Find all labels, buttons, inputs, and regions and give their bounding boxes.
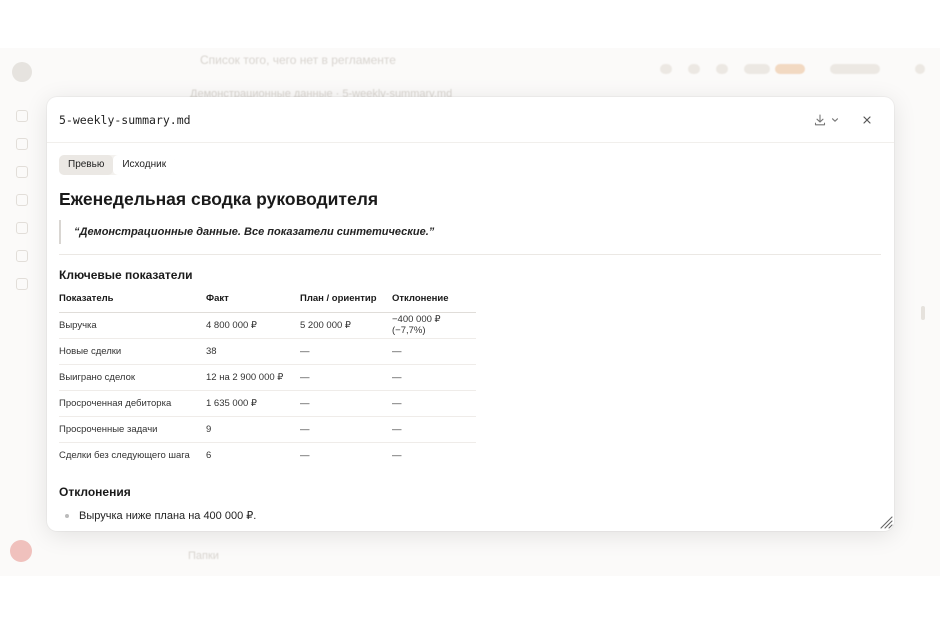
column-header: План / ориентир [300, 286, 392, 313]
rail-icon [16, 110, 28, 122]
table-cell: −400 000 ₽ (−7,7%) [392, 312, 476, 339]
toolbar-placeholder [830, 64, 880, 74]
table-cell: Выручка [59, 312, 206, 339]
rail-icon [16, 166, 28, 178]
table-cell: Новые сделки [59, 338, 206, 365]
bullet-icon [65, 513, 69, 518]
table-row: Просроченные задачи 9 — — [59, 416, 476, 443]
modal-header: 5-weekly-summary.md [47, 97, 894, 143]
table-cell: 6 [206, 449, 212, 461]
file-preview-modal: 5-weekly-summary.md Превью Исходник Ежен… [47, 97, 894, 531]
toolbar-placeholder [688, 64, 700, 74]
toolbar-placeholder [915, 64, 925, 74]
user-avatar [10, 540, 32, 562]
horizontal-rule [59, 254, 881, 255]
table-cell: 12 на 2 900 000 ₽ [206, 364, 300, 391]
toolbar-placeholder [660, 64, 672, 74]
toolbar-placeholder [744, 64, 770, 74]
close-icon [863, 116, 871, 124]
list-item-text: Выручка ниже плана на 400 000 ₽. [79, 510, 257, 522]
table-cell: Выиграно сделок [59, 364, 206, 391]
download-button[interactable] [810, 109, 844, 131]
table-cell: — [392, 338, 476, 365]
view-mode-tabs: Превью Исходник [59, 155, 176, 175]
table-cell: — [300, 390, 392, 417]
deviations-heading: Отклонения [59, 485, 131, 499]
app-sidebar-rail [0, 48, 44, 576]
table-row: Просроченная дебиторка 1 635 000 ₽ — — [59, 390, 476, 417]
toolbar-placeholder [716, 64, 728, 74]
table-cell: — [300, 338, 392, 365]
column-header: Отклонение [392, 286, 476, 313]
table-cell: 5 200 000 ₽ [300, 312, 392, 339]
table-cell: — [300, 416, 392, 443]
table-cell: — [300, 449, 310, 461]
column-header: Факт [206, 286, 300, 313]
rail-icon [16, 278, 28, 290]
tab-preview[interactable]: Превью [59, 155, 114, 175]
rail-icon [16, 138, 28, 150]
background-title: Список того, чего нет в регламенте [200, 53, 396, 67]
table-cell: 38 [206, 338, 300, 365]
table-cell: — [300, 364, 392, 391]
document-title: Еженедельная сводка руководителя [59, 189, 379, 209]
table-cell: 1 635 000 ₽ [206, 390, 300, 417]
app-logo [12, 62, 32, 82]
tab-source[interactable]: Исходник [113, 155, 176, 175]
table-cell: Просроченные задачи [59, 416, 206, 443]
table-cell: — [392, 449, 402, 461]
modal-filename: 5-weekly-summary.md [59, 113, 191, 127]
panel-resize-handle [921, 306, 925, 320]
table-cell: Сделки без следующего шага [59, 449, 190, 461]
toolbar-placeholder [775, 64, 805, 74]
kpi-table: Показатель Факт План / ориентир Отклонен… [59, 286, 476, 468]
download-icon [814, 114, 826, 126]
chevron-down-icon [831, 118, 839, 122]
table-row: Новые сделки 38 — — [59, 338, 476, 365]
kpi-heading: Ключевые показатели [59, 268, 193, 282]
resize-grip-icon[interactable] [878, 514, 894, 530]
rail-icon [16, 222, 28, 234]
table-cell: 4 800 000 ₽ [206, 312, 300, 339]
document-blockquote: “Демонстрационные данные. Все показатели… [59, 220, 881, 244]
list-item: Выручка ниже плана на 400 000 ₽. [65, 509, 256, 522]
column-header: Показатель [59, 286, 206, 313]
table-cell: 9 [206, 416, 300, 443]
table-header-row: Показатель Факт План / ориентир Отклонен… [59, 286, 476, 313]
rail-icon [16, 194, 28, 206]
rail-icon [16, 250, 28, 262]
table-row: Выручка 4 800 000 ₽ 5 200 000 ₽ −400 000… [59, 312, 476, 339]
background-footer: Папки [188, 550, 219, 562]
table-cell: — [392, 416, 476, 443]
table-cell: Просроченная дебиторка [59, 390, 206, 417]
table-cell: — [392, 364, 476, 391]
table-row: Сделки без следующего шага 6 — — [59, 442, 476, 468]
table-row: Выиграно сделок 12 на 2 900 000 ₽ — — [59, 364, 476, 391]
close-button[interactable] [853, 109, 881, 131]
table-cell: — [392, 390, 476, 417]
